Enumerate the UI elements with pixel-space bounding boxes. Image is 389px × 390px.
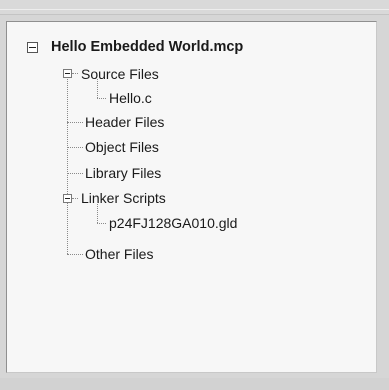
project-tree[interactable]: Hello Embedded World.mcp Source Files He… [7,22,376,372]
tree-guide-line [97,204,98,223]
tree-item-source-files[interactable]: Source Files [81,66,159,82]
tree-connector [97,98,106,99]
tree-guide-line [67,77,68,254]
tree-item-other-files[interactable]: Other Files [85,246,153,262]
tree-item-hello-c[interactable]: Hello.c [109,90,152,106]
tree-item-linker-file[interactable]: p24FJ128GA010.gld [109,215,237,231]
project-root-label[interactable]: Hello Embedded World.mcp [51,39,243,55]
project-tree-panel[interactable]: Hello Embedded World.mcp Source Files He… [6,21,377,373]
collapse-source-files-icon[interactable] [63,69,72,78]
tree-connector [67,122,83,123]
tree-item-object-files[interactable]: Object Files [85,139,159,155]
collapse-linker-scripts-icon[interactable] [63,194,72,203]
tree-connector [97,223,106,224]
collapse-project-icon[interactable] [27,42,38,53]
title-bar [0,0,389,15]
status-bar [0,378,389,390]
tree-connector [67,254,83,255]
tree-item-header-files[interactable]: Header Files [85,114,164,130]
tree-guide-line [97,79,98,98]
tree-connector [67,147,83,148]
tree-connector [72,73,78,74]
tree-connector [67,173,83,174]
tree-item-library-files[interactable]: Library Files [85,165,161,181]
tree-connector [72,198,78,199]
tree-item-linker-scripts[interactable]: Linker Scripts [81,190,166,206]
